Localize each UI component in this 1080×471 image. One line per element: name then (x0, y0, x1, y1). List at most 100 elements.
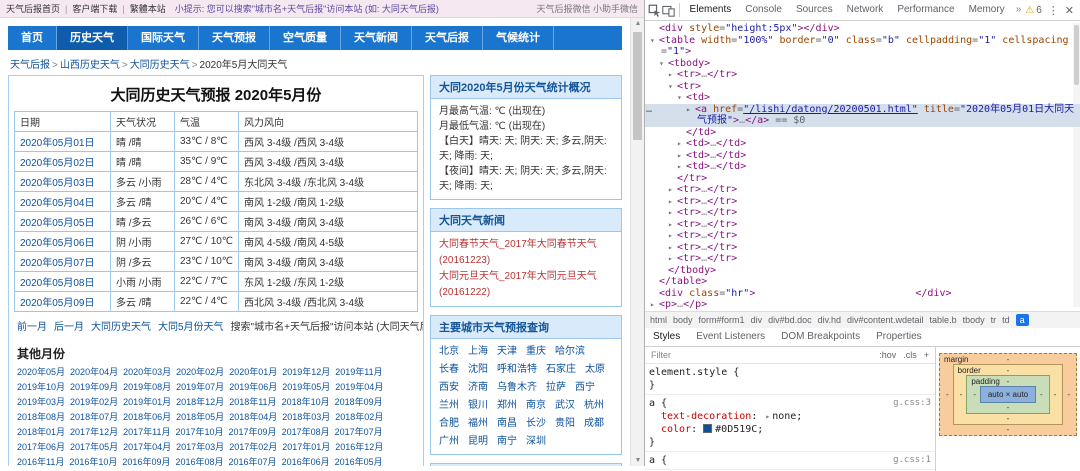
city-link[interactable]: 贵阳 (555, 416, 575, 431)
nav-item[interactable]: 首页 (8, 26, 57, 50)
elements-tree-line[interactable]: ▾<tbody> (645, 58, 1080, 70)
scrollbar-thumb[interactable] (633, 32, 642, 140)
devtools-tab-sources[interactable]: Sources (789, 0, 840, 20)
city-link[interactable]: 北京 (439, 344, 459, 359)
expand-arrow-icon[interactable]: ▾ (650, 35, 659, 47)
city-link[interactable]: 长沙 (526, 416, 546, 431)
news-link[interactable]: 大同春节天气_2017年大同春节天气 (20161223) (439, 237, 613, 269)
month-link[interactable]: 2016年09月 (122, 455, 170, 466)
month-link[interactable]: 2019年12月 (282, 365, 330, 380)
month-link[interactable]: 2018年12月 (176, 395, 224, 410)
city-link[interactable]: 长春 (439, 362, 459, 377)
city-link[interactable]: 天津 (497, 344, 517, 359)
date-link[interactable]: 2020年05月09日 (20, 298, 95, 309)
elements-tree-line[interactable]: ▸<tr>…</tr> (645, 253, 1080, 265)
nav-item[interactable]: 天气新闻 (341, 26, 412, 50)
devtools-crumb[interactable]: tbody (963, 315, 985, 325)
date-link[interactable]: 2020年05月02日 (20, 158, 95, 169)
month-link[interactable]: 2017年08月 (282, 425, 330, 440)
margin-top-value[interactable]: - (1007, 355, 1010, 364)
date-link[interactable]: 2020年05月06日 (20, 238, 95, 249)
rule-selector-line[interactable]: element.style { (649, 366, 931, 379)
scrollbar-down-arrow[interactable]: ▼ (631, 457, 645, 464)
city-link[interactable]: 重庆 (526, 344, 546, 359)
month-link[interactable]: 2019年10月 (17, 380, 65, 395)
border-right-value[interactable]: - (1054, 390, 1057, 399)
month-link[interactable]: 2019年03月 (17, 395, 65, 410)
month-link[interactable]: 2017年09月 (229, 425, 277, 440)
city-link[interactable]: 广州 (439, 434, 459, 449)
elements-tree-line[interactable]: ▸<td>…</td> (645, 150, 1080, 162)
elements-tree-line[interactable]: ▸<tr>…</tr> (645, 184, 1080, 196)
margin-bottom-value[interactable]: - (1007, 425, 1010, 434)
month-link[interactable]: 2017年12月 (70, 425, 118, 440)
devtools-close-icon[interactable]: ✕ (1065, 4, 1074, 17)
elements-tree-line[interactable]: ▾<td> (645, 92, 1080, 104)
city-link[interactable]: 呼和浩特 (497, 362, 537, 377)
pager-link[interactable]: 后一月 (54, 322, 84, 333)
topbar-client-download-link[interactable]: 客户端下载 (72, 2, 117, 15)
elements-tree-line[interactable]: </tbody> (645, 265, 1080, 277)
elements-tree-line[interactable]: ▸<tr>…</tr> (645, 219, 1080, 231)
devtools-crumb[interactable]: div#content.wdetail (847, 315, 924, 325)
elements-tree-line[interactable]: </tr> (645, 173, 1080, 185)
expand-arrow-icon[interactable]: ▸ (668, 69, 677, 81)
pager-link[interactable]: 大同5月份天气 (158, 322, 224, 333)
elements-tree-line[interactable]: ▸<p>…</p> (645, 299, 1080, 311)
month-link[interactable]: 2018年07月 (70, 410, 118, 425)
margin-left-value[interactable]: - (946, 390, 949, 399)
elements-tree-line[interactable]: ▸<a href="/lishi/datong/20200501.html" t… (645, 104, 1080, 127)
month-link[interactable]: 2020年04月 (70, 365, 118, 380)
month-link[interactable]: 2020年02月 (176, 365, 224, 380)
breadcrumb-item[interactable]: 大同历史天气 (130, 60, 190, 71)
box-model-padding[interactable]: padding - - auto × auto - - (966, 375, 1049, 414)
elements-tree-line[interactable]: ▸<tr>…</tr> (645, 207, 1080, 219)
month-link[interactable]: 2019年07月 (176, 380, 224, 395)
rule-selector[interactable]: a { (649, 454, 667, 467)
city-link[interactable]: 深圳 (526, 434, 546, 449)
expand-arrow-icon[interactable]: ▾ (668, 81, 677, 93)
city-link[interactable]: 兰州 (439, 398, 459, 413)
sidebar-tab-event-listeners[interactable]: Event Listeners (688, 328, 773, 346)
pager-link[interactable]: 大同历史天气 (91, 322, 151, 333)
month-link[interactable]: 2018年02月 (335, 410, 383, 425)
expand-arrow-icon[interactable]: ▸ (677, 138, 686, 150)
month-link[interactable]: 2019年04月 (335, 380, 383, 395)
city-link[interactable]: 哈尔滨 (555, 344, 585, 359)
city-link[interactable]: 昆明 (468, 434, 488, 449)
month-link[interactable]: 2018年01月 (17, 425, 65, 440)
devtools-crumb[interactable]: td (1002, 315, 1010, 325)
devtools-tab-elements[interactable]: Elements (683, 0, 739, 20)
month-link[interactable]: 2019年06月 (229, 380, 277, 395)
month-link[interactable]: 2017年02月 (229, 440, 277, 455)
css-property[interactable]: color: #0D519C; (649, 423, 931, 436)
elements-tree-line[interactable]: <div style="height:5px"></div> (645, 23, 1080, 35)
expand-arrow-icon[interactable]: ▾ (677, 92, 686, 104)
devtools-crumb[interactable]: tr (991, 315, 997, 325)
elements-tree-line[interactable]: ▸<tr>…</tr> (645, 230, 1080, 242)
expand-arrow-icon[interactable]: ▸ (650, 299, 659, 311)
node-menu-dots-icon[interactable]: … (646, 104, 653, 116)
month-link[interactable]: 2019年08月 (123, 380, 171, 395)
date-link[interactable]: 2020年05月03日 (20, 178, 95, 189)
nav-item[interactable]: 空气质量 (270, 26, 341, 50)
city-link[interactable]: 合肥 (439, 416, 459, 431)
city-link[interactable]: 南昌 (497, 416, 517, 431)
city-link[interactable]: 武汉 (555, 398, 575, 413)
topbar-home-link[interactable]: 天气后报首页 (6, 2, 60, 15)
date-link[interactable]: 2020年05月01日 (20, 138, 95, 149)
month-link[interactable]: 2016年05月 (335, 455, 383, 466)
nav-item[interactable]: 历史天气 (57, 26, 128, 50)
expand-arrow-icon[interactable]: ▸ (668, 196, 677, 208)
month-link[interactable]: 2019年01月 (123, 395, 171, 410)
devtools-menu-icon[interactable]: ⋮ (1048, 4, 1059, 17)
month-link[interactable]: 2018年05月 (176, 410, 224, 425)
page-scrollbar[interactable]: ▲ ▼ (630, 18, 644, 466)
month-link[interactable]: 2019年09月 (70, 380, 118, 395)
border-top-value[interactable]: - (1007, 366, 1010, 375)
month-link[interactable]: 2017年10月 (175, 425, 223, 440)
expand-arrow-icon[interactable]: ▸ (686, 104, 695, 116)
month-link[interactable]: 2018年08月 (17, 410, 65, 425)
date-link[interactable]: 2020年05月07日 (20, 258, 95, 269)
console-warnings-badge[interactable]: ⚠6 (1025, 5, 1042, 16)
